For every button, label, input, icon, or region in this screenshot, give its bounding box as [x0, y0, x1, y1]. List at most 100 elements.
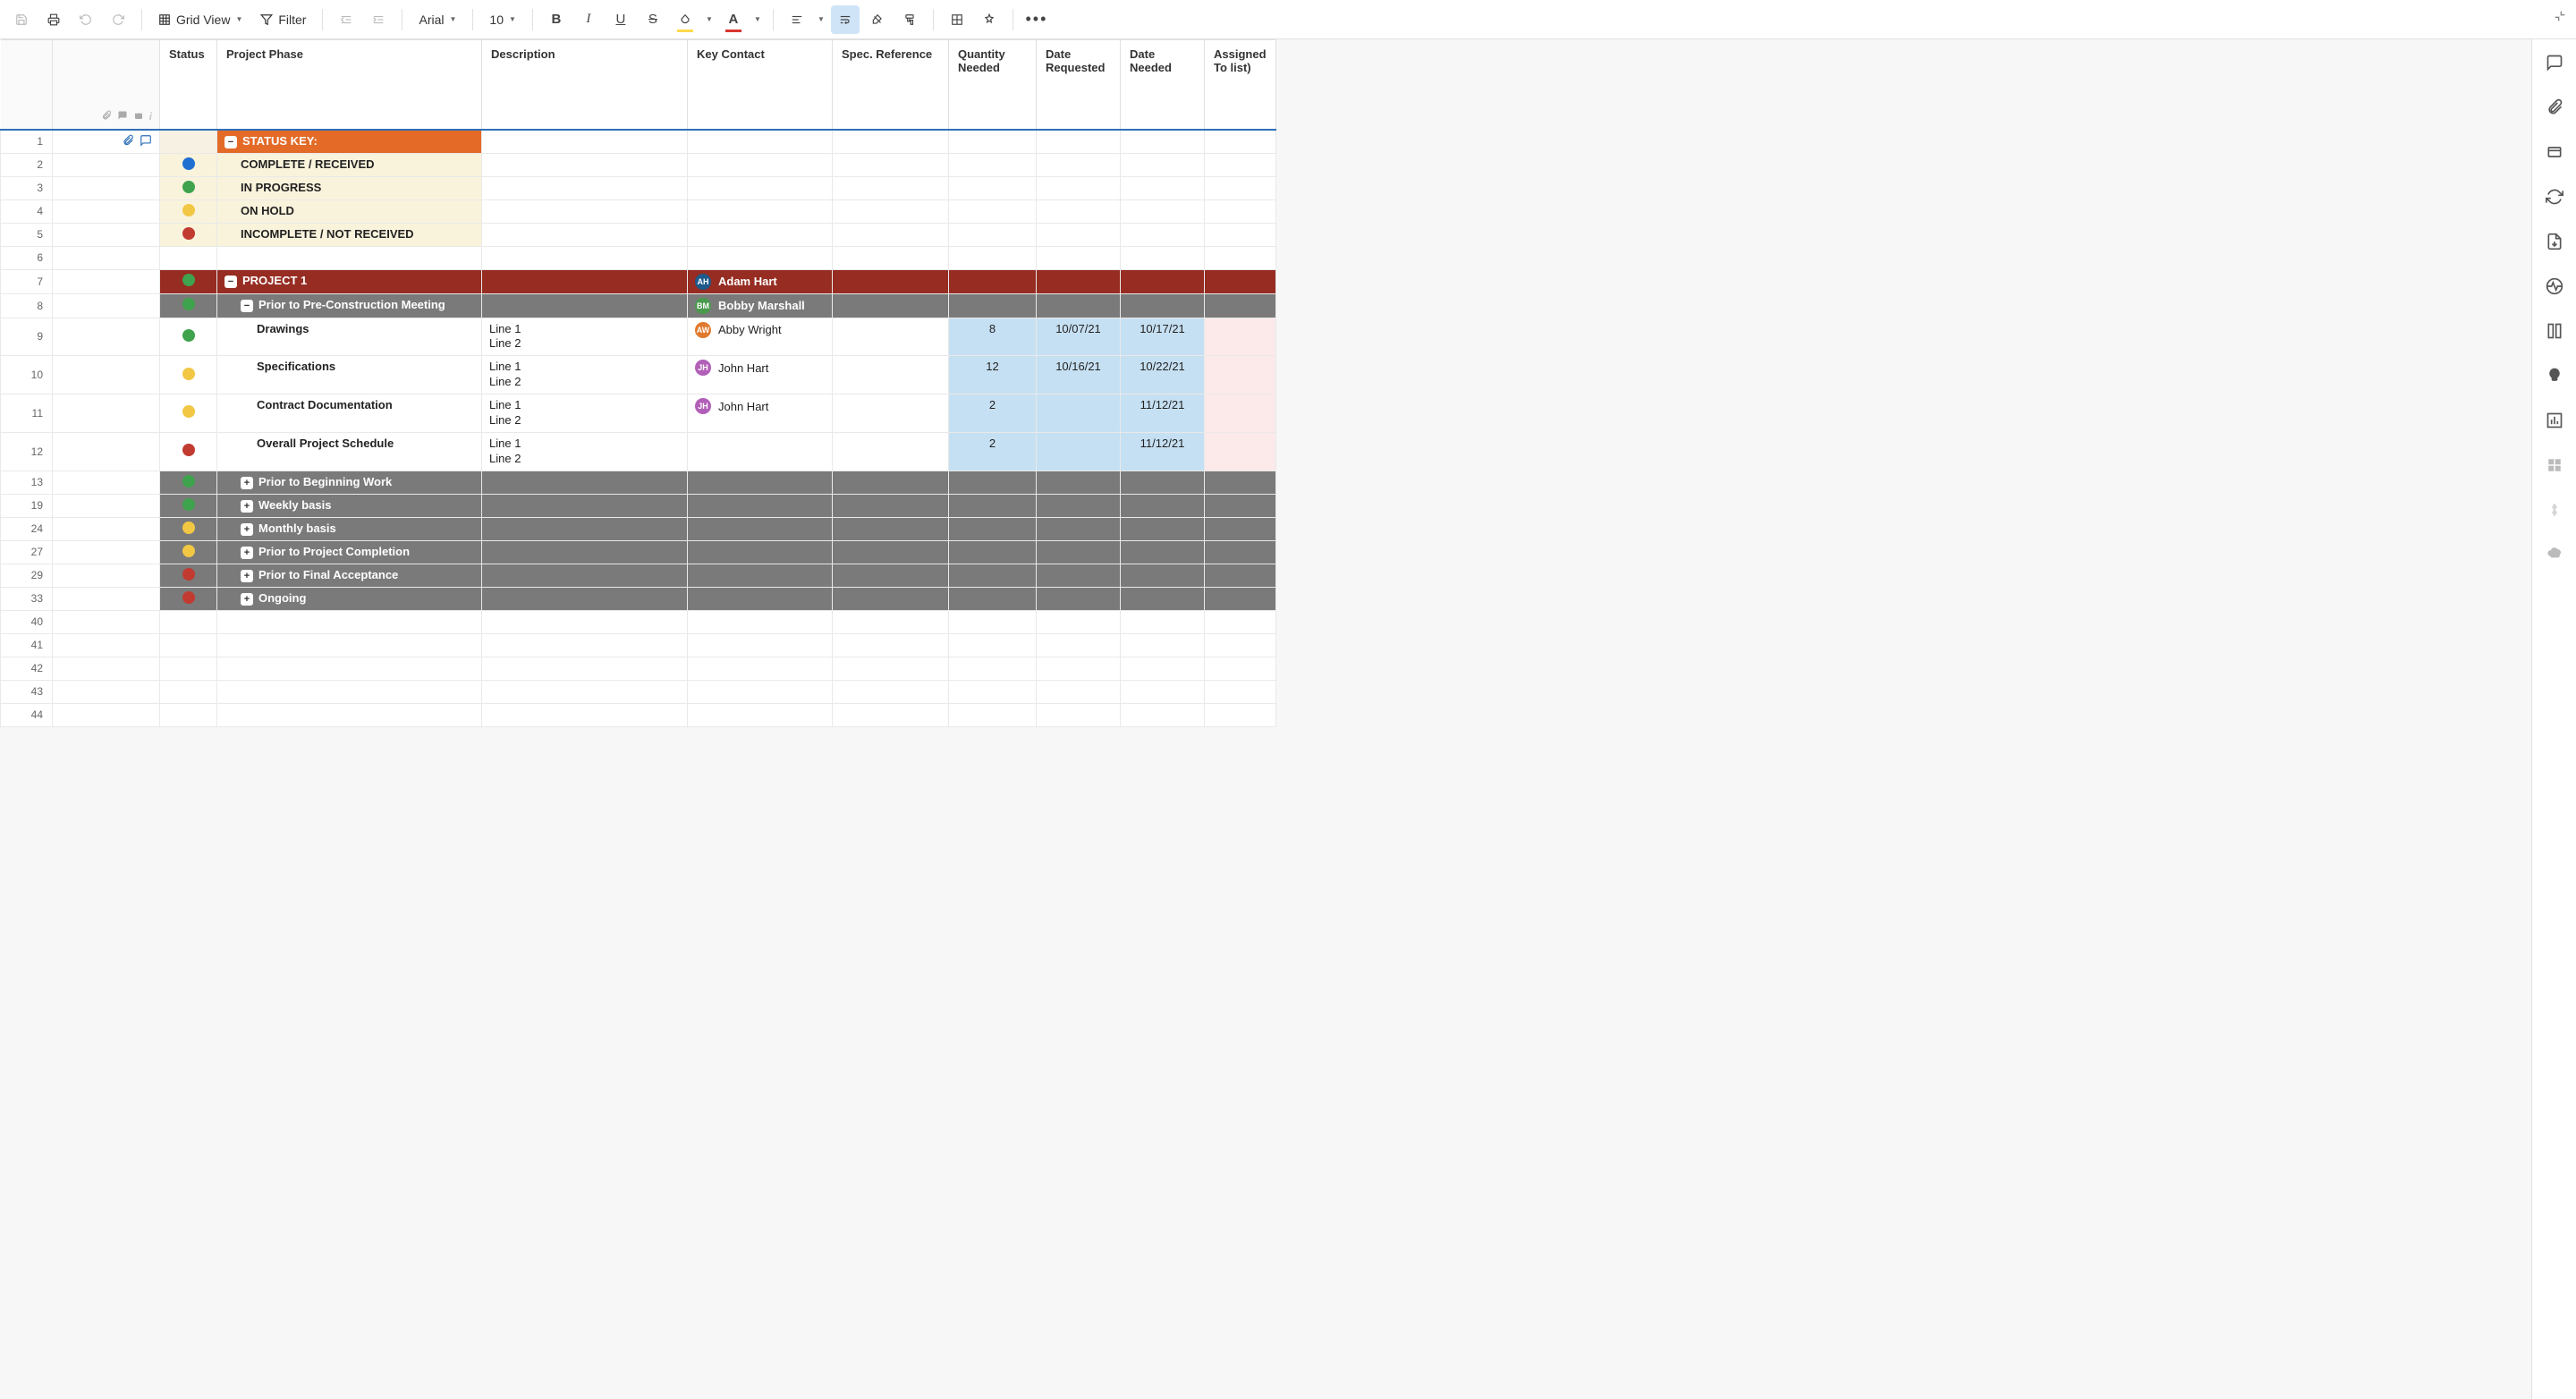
cell[interactable] [217, 633, 482, 657]
cell[interactable] [160, 176, 217, 199]
cell[interactable] [949, 564, 1037, 587]
col-status[interactable]: Status [160, 40, 217, 130]
cell[interactable] [160, 130, 217, 154]
cell[interactable] [53, 540, 160, 564]
cell[interactable] [688, 246, 833, 269]
cell[interactable] [1037, 223, 1121, 246]
cell[interactable] [1121, 153, 1205, 176]
cell[interactable] [688, 199, 833, 223]
cell[interactable]: AWAbby Wright [688, 318, 833, 356]
cell[interactable] [688, 432, 833, 471]
rownum-header[interactable] [1, 40, 53, 130]
cell[interactable] [688, 703, 833, 726]
cell[interactable] [217, 657, 482, 680]
cell[interactable] [688, 657, 833, 680]
cell[interactable]: AHAdam Hart [688, 269, 833, 293]
cell[interactable]: ON HOLD [217, 199, 482, 223]
cell[interactable] [949, 176, 1037, 199]
cell[interactable] [1037, 540, 1121, 564]
col-date-req[interactable]: Date Requested [1037, 40, 1121, 130]
cell[interactable] [1037, 471, 1121, 494]
col-assigned[interactable]: Assigned To list) [1205, 40, 1276, 130]
cell[interactable] [833, 246, 949, 269]
cell[interactable]: COMPLETE / RECEIVED [217, 153, 482, 176]
cell[interactable] [160, 356, 217, 394]
cell[interactable]: 27 [1, 540, 53, 564]
cell[interactable]: 11 [1, 394, 53, 433]
cell[interactable] [1121, 587, 1205, 610]
cell[interactable] [160, 610, 217, 633]
fill-color-caret[interactable]: ▼ [703, 5, 716, 34]
cell[interactable] [1037, 153, 1121, 176]
cell[interactable] [53, 517, 160, 540]
cell[interactable] [1121, 610, 1205, 633]
cell[interactable] [217, 680, 482, 703]
cell[interactable]: +Monthly basis [217, 517, 482, 540]
cell[interactable]: Line 1Line 2 [482, 394, 688, 433]
export-panel-button[interactable] [2542, 229, 2567, 254]
cell[interactable]: 2 [949, 394, 1037, 433]
cell[interactable] [160, 223, 217, 246]
cell[interactable] [949, 680, 1037, 703]
cell[interactable] [833, 130, 949, 154]
cell[interactable] [1205, 564, 1276, 587]
cell[interactable] [1121, 199, 1205, 223]
cell[interactable]: Overall Project Schedule [217, 432, 482, 471]
expand-toggle[interactable]: + [241, 570, 253, 582]
cell[interactable] [949, 153, 1037, 176]
cell[interactable] [1205, 494, 1276, 517]
cell[interactable] [833, 269, 949, 293]
italic-button[interactable]: I [574, 5, 603, 34]
collapse-toggle[interactable]: − [225, 136, 237, 148]
cell[interactable]: 12 [1, 432, 53, 471]
cell[interactable] [949, 633, 1037, 657]
cell[interactable]: 7 [1, 269, 53, 293]
indicator-header[interactable]: i [53, 40, 160, 130]
salesforce-panel-button[interactable] [2542, 542, 2567, 567]
cell[interactable] [1121, 246, 1205, 269]
cell[interactable]: 3 [1, 176, 53, 199]
cell[interactable] [949, 494, 1037, 517]
cell[interactable] [160, 680, 217, 703]
expand-toggle[interactable]: + [241, 593, 253, 606]
cell[interactable] [482, 494, 688, 517]
cell[interactable] [833, 356, 949, 394]
cell[interactable] [1121, 471, 1205, 494]
align-button[interactable] [783, 5, 811, 34]
col-contact[interactable]: Key Contact [688, 40, 833, 130]
cell[interactable] [833, 153, 949, 176]
cell[interactable] [1205, 703, 1276, 726]
cell[interactable]: +Weekly basis [217, 494, 482, 517]
cell[interactable] [688, 680, 833, 703]
cell[interactable]: JHJohn Hart [688, 356, 833, 394]
cell[interactable] [833, 293, 949, 318]
cell[interactable] [949, 246, 1037, 269]
cell[interactable] [688, 494, 833, 517]
cell[interactable] [53, 610, 160, 633]
cell[interactable] [1205, 318, 1276, 356]
more-button[interactable]: ••• [1022, 5, 1051, 34]
col-qty[interactable]: Quantity Needed [949, 40, 1037, 130]
cell[interactable]: Drawings [217, 318, 482, 356]
grid-area[interactable]: i Status Project Phase Description Key C… [0, 39, 2531, 1399]
cell[interactable] [217, 610, 482, 633]
cell[interactable]: 11/12/21 [1121, 394, 1205, 433]
cell[interactable] [160, 703, 217, 726]
summary-panel-button[interactable] [2542, 318, 2567, 343]
cell[interactable] [688, 517, 833, 540]
cell[interactable] [1121, 176, 1205, 199]
cell[interactable] [949, 540, 1037, 564]
cell[interactable] [688, 610, 833, 633]
cell[interactable]: 12 [949, 356, 1037, 394]
cell[interactable] [482, 540, 688, 564]
cell[interactable]: 2 [949, 432, 1037, 471]
cell[interactable] [160, 246, 217, 269]
cell[interactable] [1205, 199, 1276, 223]
collapse-toggle[interactable]: − [225, 276, 237, 288]
cell[interactable] [949, 269, 1037, 293]
cell[interactable] [1037, 293, 1121, 318]
cell[interactable] [1205, 610, 1276, 633]
cell[interactable] [833, 176, 949, 199]
cell[interactable] [1121, 564, 1205, 587]
cell[interactable]: 2 [1, 153, 53, 176]
